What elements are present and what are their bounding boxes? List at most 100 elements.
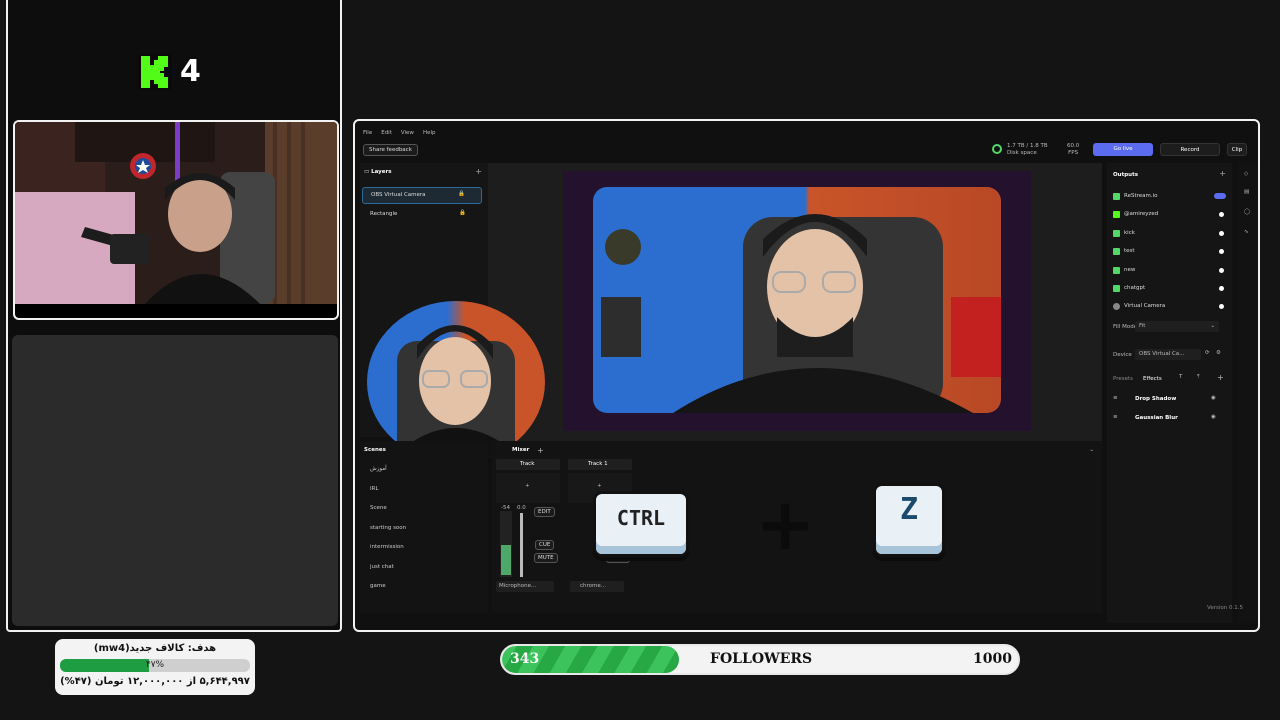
chevron-down-icon: ⌄ — [1210, 323, 1215, 329]
stream-icon — [1113, 229, 1120, 237]
donation-goal-title: هدف: کالاف جدید(mw4) — [93, 643, 217, 654]
scene-item[interactable]: just chat — [370, 564, 394, 570]
lock-icon[interactable]: 🔒 — [458, 191, 465, 197]
volume-slider[interactable] — [520, 513, 523, 577]
effect-visibility-icon[interactable]: ◉ — [1211, 414, 1216, 420]
tab-presets[interactable]: Presets — [1113, 376, 1133, 382]
menu-view[interactable]: View — [401, 130, 414, 136]
edit-button[interactable]: EDIT — [534, 507, 555, 517]
chevron-down-icon[interactable]: ⌄ — [1089, 447, 1094, 453]
donation-progress-percent: ۴۷% — [145, 660, 165, 670]
fps-readout: 60.0 FPS — [1067, 143, 1079, 157]
add-icon: + — [525, 483, 530, 489]
track-db: -54 — [501, 505, 510, 511]
source-select[interactable]: chrome... — [570, 581, 624, 592]
effect-handle-icon[interactable]: ≡ — [1113, 414, 1118, 420]
stream-icon — [1113, 284, 1120, 292]
add-track-icon[interactable]: + — [537, 446, 544, 455]
plus-icon: + — [755, 482, 816, 566]
scenes-panel: Scenes آموزش IRL Scene starting soon int… — [360, 441, 488, 613]
disk-space-label: Disk space — [1007, 150, 1037, 156]
output-virtual-camera[interactable]: Virtual Camera — [1113, 300, 1165, 312]
fill-mode-value: Fit — [1139, 323, 1146, 329]
effect-visibility-icon[interactable]: ◉ — [1211, 395, 1216, 401]
mute-button[interactable]: MUTE — [606, 553, 630, 563]
effect-gaussian-blur[interactable]: Gaussian Blur — [1135, 415, 1178, 421]
track-select[interactable]: Track 1 — [568, 459, 632, 470]
menu-file[interactable]: File — [363, 130, 372, 136]
donation-progress-bar: ۴۷% — [60, 659, 250, 672]
scene-item[interactable]: آموزش — [370, 466, 387, 472]
add-layer-icon[interactable]: + — [475, 167, 482, 176]
output-status-dot[interactable] — [1219, 249, 1224, 254]
clip-button[interactable]: Clip — [1227, 143, 1247, 156]
menu-edit[interactable]: Edit — [381, 130, 392, 136]
chat-icon[interactable]: ◯ — [1244, 209, 1250, 215]
chat-panel — [12, 335, 338, 626]
output-status-dot[interactable] — [1219, 304, 1224, 309]
add-output-icon[interactable]: + — [1219, 169, 1226, 178]
output-status-dot[interactable] — [1219, 268, 1224, 273]
scene-item[interactable]: game — [370, 583, 386, 589]
source-select[interactable]: Microphone... — [496, 581, 554, 592]
output-chatgpt[interactable]: chatgpt — [1113, 282, 1145, 294]
track-add-area[interactable]: + — [496, 473, 560, 503]
z-key-icon: Z — [876, 486, 942, 554]
add-effect-icon[interactable]: + — [1217, 373, 1224, 382]
restream-toggle[interactable] — [1214, 193, 1226, 199]
device-select[interactable]: OBS Virtual Ca... — [1135, 349, 1201, 360]
fill-mode-select[interactable]: Fit ⌄ — [1135, 321, 1219, 332]
refresh-icon[interactable]: ⟳ — [1205, 350, 1210, 356]
menu-help[interactable]: Help — [423, 130, 436, 136]
output-amireyzed[interactable]: @amireyzed — [1113, 208, 1158, 220]
disk-space: 1.7 TB / 1.8 TB Disk space — [1007, 143, 1048, 157]
layer-label: Rectangle — [370, 211, 398, 217]
output-restream[interactable]: ReStream.io — [1113, 190, 1227, 202]
effect-drop-shadow[interactable]: Drop Shadow — [1135, 396, 1176, 402]
mute-button[interactable]: MUTE — [534, 553, 558, 563]
menu-bar: File Edit View Help — [363, 130, 435, 136]
output-status-dot[interactable] — [1219, 212, 1224, 217]
text-icon[interactable]: T — [1179, 374, 1182, 380]
layer-item-rectangle[interactable]: Rectangle 🔒 — [362, 207, 482, 223]
layer-label: OBS Virtual Camera — [371, 192, 426, 198]
upload-icon[interactable]: ⤒ — [1197, 374, 1199, 381]
device-label: Device — [1113, 352, 1132, 358]
layer-item-obs-virtual-camera[interactable]: OBS Virtual Camera 🔒 — [362, 187, 482, 204]
donation-amount-text: ۵,۶۴۴,۹۹۷ از ۱۲,۰۰۰,۰۰۰ تومان (۴۷%) — [60, 676, 250, 687]
output-test[interactable]: test — [1113, 245, 1135, 257]
kick-badge-number: 4 — [180, 54, 201, 89]
record-button[interactable]: Record — [1160, 143, 1220, 156]
output-status-dot[interactable] — [1219, 286, 1224, 291]
ctrl-key-icon: CTRL — [596, 494, 686, 554]
version-label: Version 0.1.5 — [1207, 605, 1243, 611]
output-new[interactable]: new — [1113, 264, 1135, 276]
output-kick[interactable]: kick — [1113, 227, 1135, 239]
followers-goal-bar: 343 FOLLOWERS 1000 — [500, 644, 1020, 675]
source-name: Microphone... — [499, 583, 537, 589]
cue-button[interactable]: CUE — [535, 540, 555, 550]
stream-icon — [1113, 266, 1120, 274]
lock-icon[interactable]: 🔒 — [459, 210, 466, 216]
layout-icon[interactable]: ▤ — [1244, 189, 1249, 195]
scene-item[interactable]: IRL — [370, 486, 379, 492]
audio-icon[interactable]: ∿ — [1244, 229, 1249, 235]
scene-item[interactable]: Scene — [370, 505, 387, 511]
meter-level — [501, 545, 511, 575]
scene-item[interactable]: intermission — [370, 544, 404, 550]
tab-effects[interactable]: Effects — [1143, 376, 1162, 382]
go-live-button[interactable]: Go live — [1093, 143, 1153, 156]
fill-mode-label: Fill Mode — [1113, 324, 1138, 330]
settings-icon[interactable]: ◇ — [1244, 171, 1248, 177]
volume-meter — [500, 511, 512, 577]
effect-handle-icon[interactable]: ≡ — [1113, 395, 1118, 401]
track-name: Track 1 — [588, 461, 608, 467]
share-feedback-button[interactable]: Share feedback — [363, 144, 418, 156]
disk-space-value: 1.7 TB / 1.8 TB — [1007, 143, 1048, 149]
preview-canvas[interactable] — [563, 171, 1031, 431]
scene-item[interactable]: starting soon — [370, 525, 406, 531]
settings-icon[interactable]: ⚙ — [1216, 350, 1221, 356]
track-select[interactable]: Track — [496, 459, 560, 470]
streamer-webcam — [13, 120, 339, 320]
output-status-dot[interactable] — [1219, 231, 1224, 236]
